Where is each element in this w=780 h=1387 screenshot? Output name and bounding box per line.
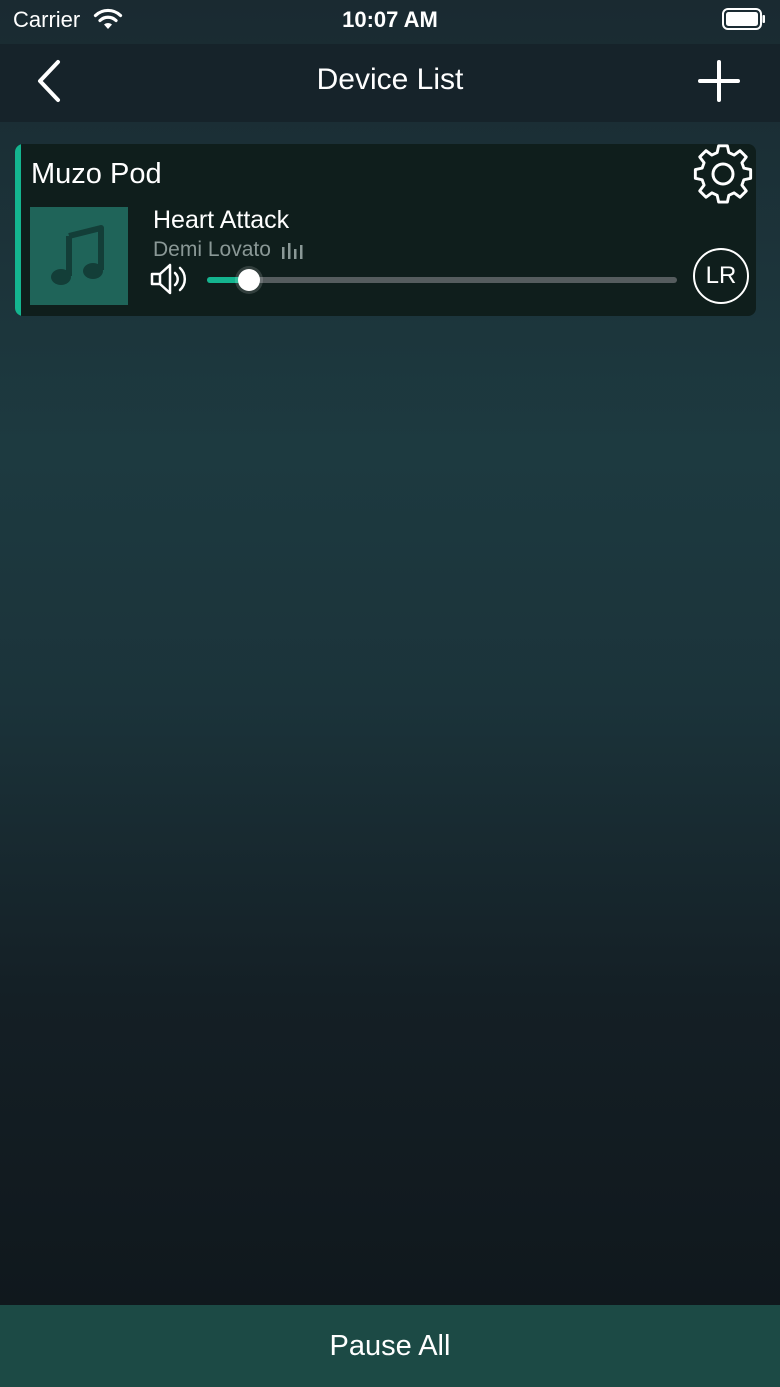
artist-row: Demi Lovato	[153, 238, 303, 262]
device-card[interactable]: Muzo Pod Heart Attack Demi Lovato LR	[15, 144, 756, 316]
artist-name: Demi Lovato	[153, 238, 271, 261]
device-settings-button[interactable]	[691, 144, 755, 208]
channel-lr-button[interactable]: LR	[693, 248, 749, 304]
volume-track	[207, 277, 677, 283]
pause-all-button[interactable]: Pause All	[0, 1305, 780, 1387]
device-name: Muzo Pod	[31, 158, 162, 190]
speaker-icon	[150, 263, 187, 295]
status-time: 10:07 AM	[342, 7, 438, 32]
equalizer-icon	[281, 243, 303, 259]
album-art[interactable]	[30, 207, 128, 305]
page-title: Device List	[316, 63, 464, 96]
gear-icon	[693, 144, 753, 204]
plus-icon	[698, 60, 740, 102]
battery-icon	[722, 8, 766, 35]
status-bar: Carrier 10:07 AM	[0, 0, 780, 44]
volume-thumb[interactable]	[238, 269, 261, 291]
volume-button[interactable]	[149, 262, 191, 301]
volume-slider[interactable]	[207, 264, 677, 296]
active-indicator	[15, 144, 21, 316]
song-title: Heart Attack	[153, 206, 290, 234]
add-device-button[interactable]	[696, 58, 742, 104]
nav-bar: Device List	[0, 44, 780, 122]
music-note-icon	[51, 225, 104, 285]
